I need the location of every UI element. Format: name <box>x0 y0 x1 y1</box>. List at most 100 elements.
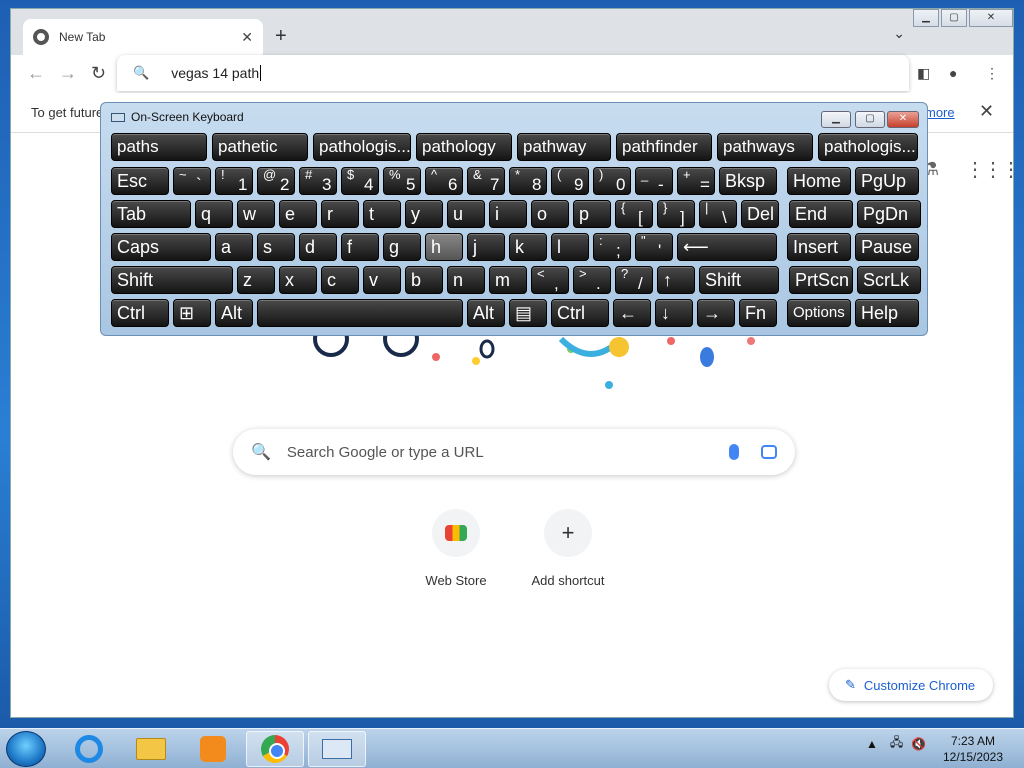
osk-minimize-button[interactable]: ▁ <box>821 111 851 128</box>
key-button[interactable]: + = <box>677 167 715 195</box>
key-button[interactable]: * 8 <box>509 167 547 195</box>
key-button[interactable]: Ctrl <box>111 299 169 327</box>
tab-search-button[interactable]: ⌄ <box>893 25 905 42</box>
prediction-key[interactable]: pathfinder <box>616 133 712 161</box>
key-button[interactable]: o <box>531 200 569 228</box>
key-button[interactable]: {[ <box>615 200 653 228</box>
key-button[interactable]: % 5 <box>383 167 421 195</box>
key-button[interactable]: l <box>551 233 589 261</box>
key-button[interactable]: m <box>489 266 527 294</box>
key-button[interactable]: v <box>363 266 401 294</box>
key-button[interactable]: | \ <box>699 200 737 228</box>
osk-taskbar-button[interactable] <box>308 731 366 767</box>
key-button[interactable]: p <box>573 200 611 228</box>
osk-close-button[interactable]: ✕ <box>887 111 919 128</box>
key-button[interactable]: Alt <box>215 299 253 327</box>
key-button[interactable]: b <box>405 266 443 294</box>
key-button[interactable]: i <box>489 200 527 228</box>
key-button[interactable]: Options <box>787 299 851 327</box>
key-button[interactable]: <, <box>531 266 569 294</box>
key-button[interactable]: → <box>697 299 735 327</box>
key-button[interactable]: Pause <box>855 233 919 261</box>
network-icon[interactable]: 🖧 <box>890 733 903 754</box>
key-button[interactable]: Caps <box>111 233 211 261</box>
prediction-key[interactable]: pathway <box>517 133 611 161</box>
chrome-taskbar-button[interactable] <box>246 731 304 767</box>
show-hidden-icons[interactable]: ▲ <box>866 737 878 751</box>
key-button[interactable]: #3 <box>299 167 337 195</box>
key-button[interactable]: PgDn <box>857 200 921 228</box>
key-button[interactable]: ^ 6 <box>425 167 463 195</box>
key-button[interactable]: Bksp <box>719 167 777 195</box>
volume-muted-icon[interactable]: 🔇 <box>911 737 926 751</box>
key-button[interactable]: & 7 <box>467 167 505 195</box>
key-button[interactable]: a <box>215 233 253 261</box>
key-button[interactable]: ⊞ <box>173 299 211 327</box>
prediction-key[interactable]: pathologis... <box>313 133 411 161</box>
key-button[interactable]: e <box>279 200 317 228</box>
profile-icon[interactable]: ● <box>949 65 957 81</box>
prediction-key[interactable]: pathology <box>416 133 512 161</box>
tab-new-tab[interactable]: New Tab ✕ <box>23 19 263 55</box>
key-button[interactable]: Help <box>855 299 919 327</box>
key-button[interactable]: x <box>279 266 317 294</box>
key-button[interactable]: ) 0 <box>593 167 631 195</box>
key-button[interactable]: Shift <box>111 266 233 294</box>
key-button[interactable]: Insert <box>787 233 851 261</box>
key-button[interactable]: k <box>509 233 547 261</box>
infobar-link[interactable]: more <box>925 105 955 120</box>
prediction-key[interactable]: pathways <box>717 133 813 161</box>
key-button[interactable]: Ctrl <box>551 299 609 327</box>
close-tab-icon[interactable]: ✕ <box>241 29 253 46</box>
key-button[interactable]: End <box>789 200 853 228</box>
key-button[interactable]: ↓ <box>655 299 693 327</box>
camera-lens-icon[interactable] <box>761 445 777 459</box>
reload-button[interactable]: ↻ <box>91 63 106 84</box>
key-button[interactable]: z <box>237 266 275 294</box>
key-button[interactable]: c <box>321 266 359 294</box>
key-button[interactable]: j <box>467 233 505 261</box>
key-button[interactable]: t <box>363 200 401 228</box>
key-button[interactable]: PrtScn <box>789 266 853 294</box>
key-button[interactable]: ↑ <box>657 266 695 294</box>
key-button[interactable]: " ' <box>635 233 673 261</box>
key-button[interactable]: ! 1 <box>215 167 253 195</box>
key-button[interactable]: :; <box>593 233 631 261</box>
key-button[interactable]: ⟵ <box>677 233 777 261</box>
start-button[interactable] <box>6 731 46 767</box>
key-button[interactable]: Tab <box>111 200 191 228</box>
media-player-button[interactable] <box>184 731 242 767</box>
key-button[interactable]: d <box>299 233 337 261</box>
key-button[interactable]: y <box>405 200 443 228</box>
close-infobar-icon[interactable]: ✕ <box>979 101 994 122</box>
key-button[interactable]: }] <box>657 200 695 228</box>
customize-chrome-button[interactable]: ✎ Customize Chrome <box>829 669 993 701</box>
prediction-key[interactable]: pathetic <box>212 133 308 161</box>
key-button[interactable]: h <box>425 233 463 261</box>
key-button[interactable]: s <box>257 233 295 261</box>
side-panel-icon[interactable]: ◧ <box>917 65 930 82</box>
clock[interactable]: 7:23 AM 12/15/2023 <box>938 733 1008 765</box>
key-button[interactable]: ▤ <box>509 299 547 327</box>
key-button[interactable]: Shift <box>699 266 779 294</box>
internet-explorer-button[interactable] <box>60 731 118 767</box>
key-button[interactable]: ~ ` <box>173 167 211 195</box>
key-button[interactable]: (9 <box>551 167 589 195</box>
key-space[interactable] <box>257 299 463 327</box>
maximize-button[interactable]: ▢ <box>941 9 967 27</box>
key-button[interactable]: g <box>383 233 421 261</box>
key-button[interactable]: w <box>237 200 275 228</box>
prediction-key[interactable]: paths <box>111 133 207 161</box>
menu-icon[interactable]: ⋮ <box>985 65 999 82</box>
close-window-button[interactable]: ✕ <box>969 9 1013 27</box>
file-explorer-button[interactable] <box>122 731 180 767</box>
key-button[interactable]: $4 <box>341 167 379 195</box>
microphone-icon[interactable] <box>729 444 739 460</box>
new-tab-button[interactable]: + <box>275 25 287 48</box>
back-button[interactable]: ← <box>27 63 45 84</box>
key-button[interactable]: q <box>195 200 233 228</box>
apps-grid-icon[interactable]: ⋮⋮⋮ <box>965 157 1013 182</box>
key-button[interactable]: ? / <box>615 266 653 294</box>
key-button[interactable]: Home <box>787 167 851 195</box>
key-button[interactable]: r <box>321 200 359 228</box>
